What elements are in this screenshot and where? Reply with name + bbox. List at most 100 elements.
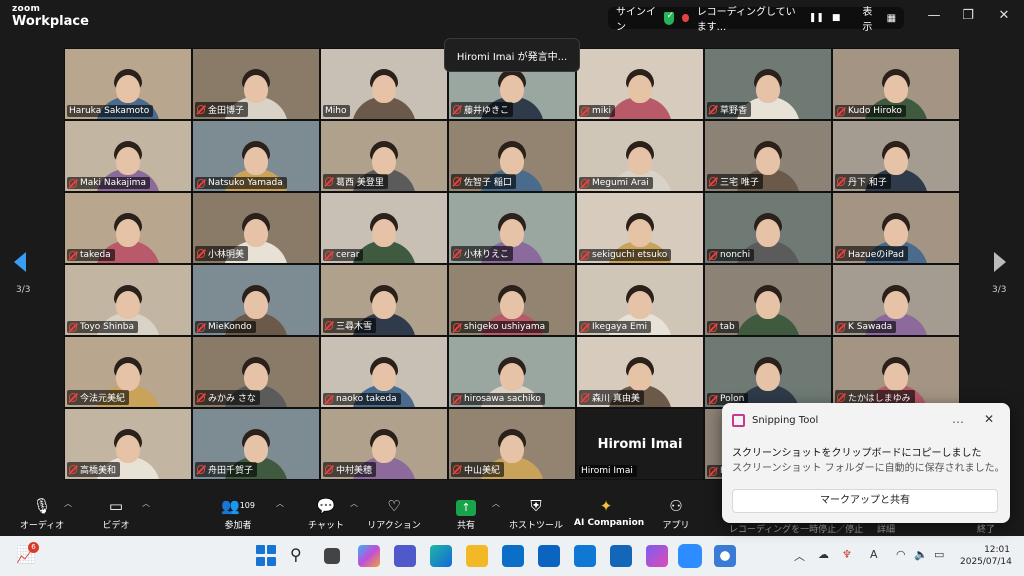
participant-face [372,147,396,175]
participant-name-label: HazueのiPad [835,246,908,261]
participant-tile[interactable]: 丹下 和子 [832,120,960,192]
reactions-button[interactable]: ♡ リアクション [362,496,426,531]
view-button[interactable]: 表示 [862,3,878,33]
chat-button[interactable]: 💬 チャット [294,496,358,531]
participant-tile[interactable]: Hiromi Imai Hiromi Imai [576,408,704,480]
previous-page-button[interactable] [14,252,30,272]
close-icon[interactable]: ✕ [994,8,1014,23]
video-options-chevron-icon[interactable]: ︿ [142,498,150,509]
audio-options-chevron-icon[interactable]: ︿ [64,498,72,509]
participant-name-label: 高橋美和 [67,462,121,477]
participant-tile[interactable]: 葛西 美登里 [320,120,448,192]
show-hidden-icons-chevron-icon[interactable]: ︿ [794,548,805,564]
participant-tile[interactable]: 中山美紀 [448,408,576,480]
participant-tile[interactable]: 三宅 唯子 [704,120,832,192]
page-indicator-right: 3/3 [992,285,1007,295]
restore-icon[interactable]: ❐ [958,8,978,23]
participant-face [116,147,140,175]
ime-indicator[interactable]: A [870,548,878,561]
participant-face [628,363,652,391]
participant-tile[interactable]: K Sawada [832,264,960,336]
participant-tile[interactable]: Natsuko Yamada [192,120,320,192]
copilot-icon[interactable] [358,545,380,567]
participant-tile[interactable]: Miho [320,48,448,120]
participant-tile[interactable]: Haruka Sakamoto [64,48,192,120]
participant-tile[interactable]: 小林りえこ [448,192,576,264]
copilot-m365-icon[interactable] [646,545,668,567]
next-page-button[interactable] [994,252,1010,272]
participant-name: 森川 真由美 [592,394,640,404]
search-icon[interactable]: ⚲ [290,545,312,567]
system-clock[interactable]: 12:01 2025/07/14 [960,544,1012,568]
host-tools-button[interactable]: ⛨ ホストツール [504,496,568,531]
participant-tile[interactable]: 草野香 [704,48,832,120]
encryption-shield-icon[interactable] [664,11,675,25]
onedrive-cloud-icon[interactable]: ☁ [818,548,829,561]
participant-tile[interactable]: sekiguchi etsuko [576,192,704,264]
participant-tile[interactable]: takeda [64,192,192,264]
participant-name: 三尋木雪 [336,322,373,332]
zoom-workplace-icon[interactable] [714,545,736,567]
participant-tile[interactable]: MieKondo [192,264,320,336]
share-options-chevron-icon[interactable]: ︿ [492,498,500,509]
participant-tile[interactable]: Polon [704,336,832,408]
participants-options-chevron-icon[interactable]: ︿ [276,498,284,509]
tray-app-icon[interactable]: ♆ [842,548,852,561]
participant-tile[interactable]: 三尋木雪 [320,264,448,336]
more-options-icon[interactable]: … [952,412,964,426]
pause-recording-icon[interactable]: ❚❚ [809,13,824,23]
signin-link[interactable]: サインイン [616,3,656,33]
participant-tile[interactable]: 中村美穂 [320,408,448,480]
participant-tile[interactable]: hirosawa sachiko [448,336,576,408]
participant-tile[interactable]: Maki Nakajima [64,120,192,192]
participant-tile[interactable]: 佐智子 稲口 [448,120,576,192]
file-explorer-icon[interactable] [466,545,488,567]
minimize-icon[interactable]: — [924,8,944,23]
participant-tile[interactable]: たかはしまゆみ [832,336,960,408]
participant-display-name: Hiromi Imai [597,437,683,452]
participant-tile[interactable]: tab [704,264,832,336]
participants-button[interactable]: 👥109 参加者 [206,496,270,531]
share-button[interactable]: ↑ 共有 [434,496,498,531]
stop-recording-icon[interactable]: ■ [832,13,841,23]
chat-options-chevron-icon[interactable]: ︿ [350,498,358,509]
apps-button[interactable]: ⚇ アプリ [644,496,708,531]
participant-tile[interactable]: 金田博子 [192,48,320,120]
mail-app-icon[interactable] [610,545,632,567]
participant-tile[interactable]: miki [576,48,704,120]
participant-tile[interactable]: 今法元美紀 [64,336,192,408]
participant-tile[interactable]: 森川 真由美 [576,336,704,408]
markup-and-share-button[interactable]: マークアップと共有 [732,489,998,513]
start-menu-icon[interactable] [256,545,278,567]
outlook-icon[interactable] [538,545,560,567]
task-view-icon[interactable] [324,548,340,564]
participant-tile[interactable]: nonchi [704,192,832,264]
outlook-classic-icon[interactable] [574,545,596,567]
teams-icon[interactable] [394,545,416,567]
grid-view-icon[interactable]: ▦ [887,13,896,24]
participant-tile[interactable]: Kudo Hiroko [832,48,960,120]
participant-tile[interactable]: 高橋美和 [64,408,192,480]
mic-muted-icon [325,177,333,186]
participant-tile[interactable]: cerar [320,192,448,264]
zoom-taskbar-icon[interactable] [678,544,702,568]
mic-muted-icon [453,105,461,114]
participant-tile[interactable]: naoko takeda [320,336,448,408]
ai-companion-button[interactable]: ✦ AI Companion [574,496,644,528]
participant-name-label: sekiguchi etsuko [579,249,672,261]
participant-tile[interactable]: みかみ さな [192,336,320,408]
participant-tile[interactable]: shigeko ushiyama [448,264,576,336]
edge-browser-icon[interactable] [430,545,452,567]
participant-tile[interactable]: 小林明美 [192,192,320,264]
participant-tile[interactable]: Ikegaya Emi [576,264,704,336]
video-button[interactable]: ▭ ビデオ [84,496,148,531]
participant-tile[interactable]: HazueのiPad [832,192,960,264]
participant-tile[interactable]: Toyo Shinba [64,264,192,336]
battery-icon[interactable]: ▭ [934,548,944,561]
participant-tile[interactable]: 舟田千賀子 [192,408,320,480]
volume-icon[interactable]: 🔈 [914,548,928,561]
wifi-icon[interactable]: ◠ [896,548,906,561]
close-notification-icon[interactable]: ✕ [984,412,994,426]
participant-tile[interactable]: Megumi Arai [576,120,704,192]
microsoft-store-icon[interactable] [502,545,524,567]
